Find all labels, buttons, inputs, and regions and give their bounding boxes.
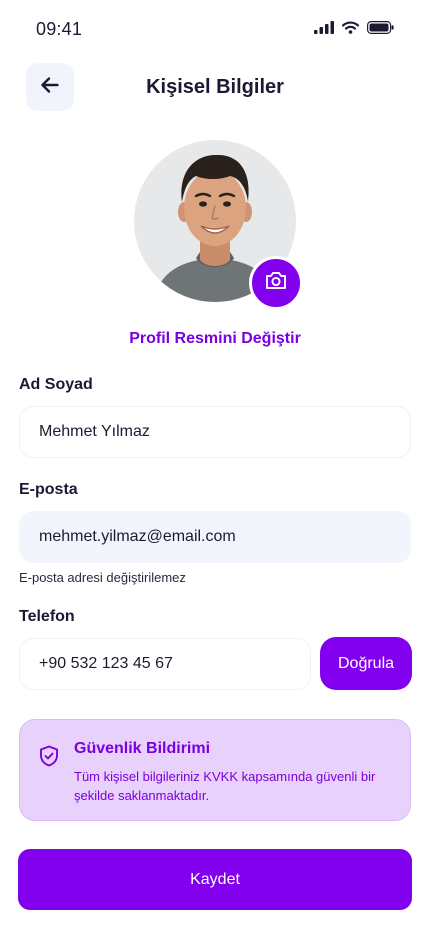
- shield-check-icon: [39, 745, 59, 772]
- page-title: Kişisel Bilgiler: [146, 76, 284, 98]
- security-notice: Güvenlik Bildirimi Tüm kişisel bilgileri…: [19, 719, 411, 821]
- notice-title: Güvenlik Bildirimi: [74, 740, 211, 757]
- change-photo-camera-button[interactable]: [249, 256, 303, 310]
- notice-text: Tüm kişisel bilgileriniz KVKK kapsamında…: [74, 769, 376, 803]
- name-value: Mehmet Yılmaz: [39, 423, 150, 440]
- verify-phone-button[interactable]: Doğrula: [320, 637, 412, 690]
- email-field: mehmet.yilmaz@email.com: [19, 511, 411, 563]
- email-value: mehmet.yilmaz@email.com: [39, 528, 236, 545]
- status-icons: [314, 21, 394, 39]
- change-photo-link[interactable]: Profil Resmini Değiştir: [0, 330, 430, 348]
- header: Kişisel Bilgiler: [0, 60, 430, 116]
- phone-field[interactable]: +90 532 123 45 67: [19, 638, 311, 690]
- save-button[interactable]: Kaydet: [18, 849, 412, 910]
- camera-icon: [265, 271, 287, 295]
- name-field[interactable]: Mehmet Yılmaz: [19, 406, 411, 458]
- phone-label: Telefon: [19, 608, 75, 625]
- email-label: E-posta: [19, 481, 78, 498]
- signal-icon: [314, 21, 334, 39]
- phone-value: +90 532 123 45 67: [39, 655, 173, 672]
- wifi-icon: [341, 21, 360, 39]
- battery-icon: [367, 21, 394, 39]
- status-time: 09:41: [36, 19, 83, 39]
- email-hint: E-posta adresi değiştirilemez: [19, 570, 186, 585]
- name-label: Ad Soyad: [19, 376, 93, 393]
- status-bar: 09:41: [0, 0, 430, 60]
